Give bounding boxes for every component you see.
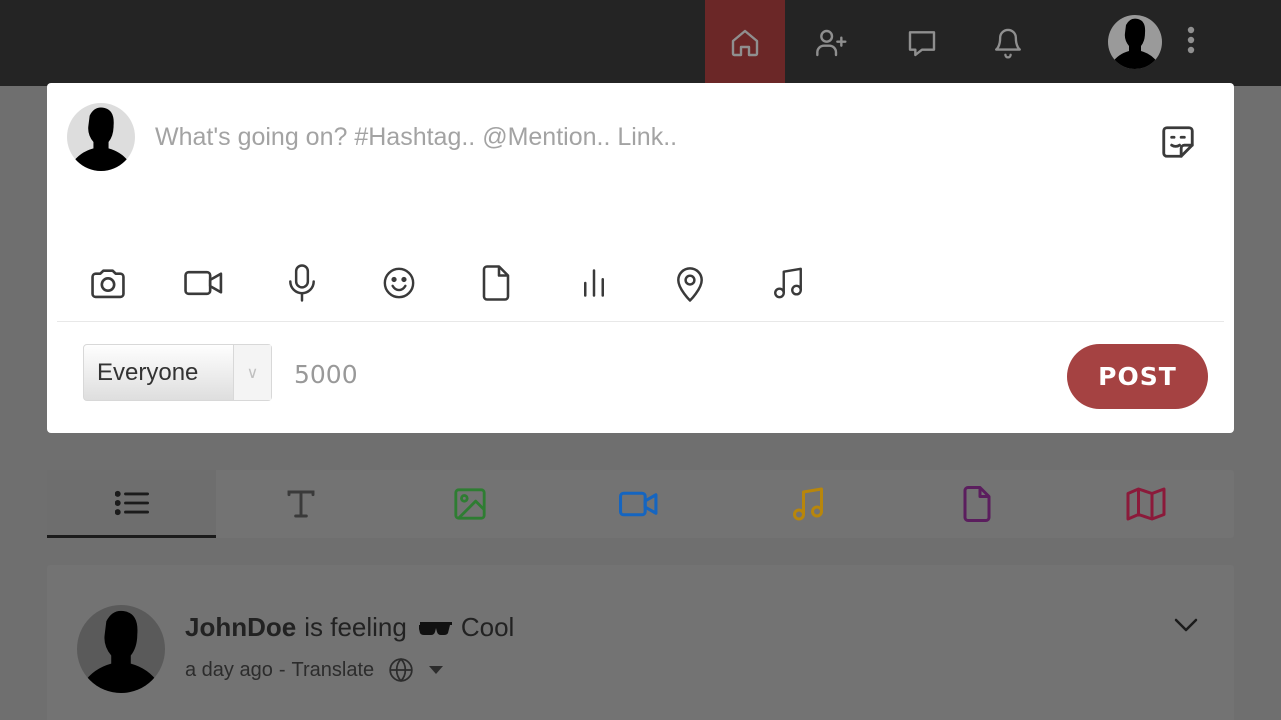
user-avatar[interactable] — [1108, 15, 1162, 69]
chevron-down-icon — [1174, 618, 1198, 632]
top-navigation-bar — [0, 0, 1281, 86]
sunglasses-icon — [418, 620, 453, 636]
more-menu-button[interactable] — [1176, 20, 1206, 60]
composer-avatar — [67, 103, 135, 171]
privacy-dropdown-icon[interactable] — [428, 665, 444, 675]
user-silhouette-icon — [83, 610, 159, 693]
poll-icon — [584, 269, 604, 297]
feeling-value: Cool — [460, 612, 515, 642]
tab-text[interactable] — [216, 470, 385, 538]
post-meta: a day ago - Translate — [185, 657, 444, 683]
chat-icon — [908, 31, 936, 57]
tab-files[interactable] — [892, 470, 1061, 538]
globe-icon[interactable] — [388, 657, 414, 683]
camera-button[interactable] — [82, 258, 134, 308]
music-icon — [774, 267, 802, 299]
tab-all[interactable] — [47, 470, 216, 538]
post-author-avatar[interactable] — [77, 605, 165, 693]
user-silhouette-icon — [72, 107, 130, 171]
audience-select[interactable]: Everyone ∨ — [83, 344, 272, 401]
post-composer: Everyone ∨ 5000 POST — [47, 83, 1234, 433]
file-upload-button[interactable] — [470, 258, 522, 308]
image-icon — [453, 488, 486, 520]
character-counter: 5000 — [294, 360, 358, 389]
file-icon — [963, 486, 990, 522]
feeling-button[interactable] — [373, 258, 425, 308]
list-icon — [114, 490, 149, 515]
tab-music[interactable] — [723, 470, 892, 538]
tab-images[interactable] — [385, 470, 554, 538]
feed-post: JohnDoe is feeling Cool a day ago - Tran… — [47, 565, 1234, 720]
poll-button[interactable] — [568, 258, 620, 308]
audience-value: Everyone — [97, 358, 199, 386]
map-icon — [1126, 487, 1165, 521]
file-icon — [482, 265, 510, 301]
music-icon — [792, 487, 823, 521]
voice-record-button[interactable] — [276, 258, 328, 308]
post-timestamp[interactable]: a day ago — [185, 659, 273, 682]
feed-filter-tabs — [47, 470, 1234, 538]
translate-link[interactable]: Translate — [292, 659, 375, 682]
feeling-label: is feeling — [304, 612, 407, 642]
nav-notifications-button[interactable] — [968, 0, 1048, 86]
composer-divider — [57, 321, 1224, 322]
post-text-input[interactable] — [155, 119, 1135, 155]
video-icon — [184, 270, 223, 296]
smiley-icon — [383, 267, 415, 299]
tab-videos[interactable] — [554, 470, 723, 538]
nav-home-button[interactable] — [705, 0, 785, 86]
sticker-button[interactable] — [1155, 119, 1201, 165]
music-upload-button[interactable] — [762, 258, 814, 308]
home-icon — [731, 29, 759, 57]
post-author-name[interactable]: JohnDoe — [185, 612, 296, 643]
tab-places[interactable] — [1061, 470, 1230, 538]
user-silhouette-icon — [1112, 18, 1158, 69]
location-icon — [677, 267, 703, 302]
vertical-dots-icon — [1187, 26, 1195, 54]
nav-messages-button[interactable] — [882, 0, 962, 86]
bell-icon — [995, 28, 1021, 59]
chevron-down-icon: ∨ — [233, 345, 271, 400]
location-button[interactable] — [664, 258, 716, 308]
post-options-button[interactable] — [1171, 610, 1201, 640]
microphone-icon — [289, 264, 315, 302]
video-icon — [618, 491, 657, 517]
user-plus-icon — [816, 29, 847, 57]
sticker-icon — [1162, 126, 1194, 158]
post-button[interactable]: POST — [1067, 344, 1208, 409]
meta-separator: - — [278, 658, 286, 681]
video-upload-button[interactable] — [178, 258, 230, 308]
text-icon — [287, 490, 314, 518]
nav-add-friend-button[interactable] — [792, 0, 872, 86]
post-header: JohnDoe is feeling Cool — [185, 612, 514, 643]
camera-icon — [91, 269, 125, 299]
